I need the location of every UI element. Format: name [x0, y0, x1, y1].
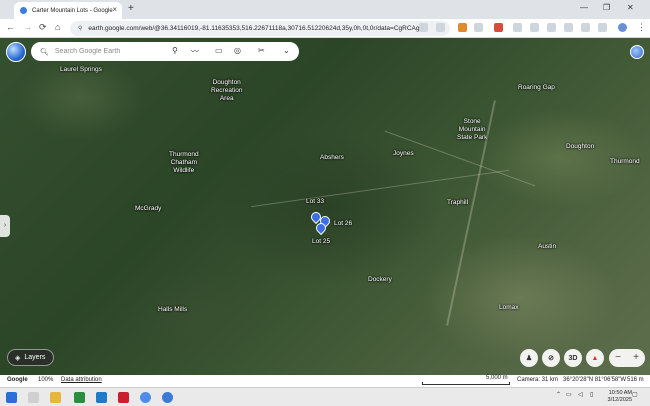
path-icon[interactable]: 〰 [191, 46, 199, 57]
zoom-level: 100% [38, 377, 54, 383]
volume-icon[interactable]: ◁ [578, 391, 583, 398]
place-label: Austin [538, 243, 557, 250]
place-label: Abshers [320, 154, 344, 161]
back-arrow-icon[interactable]: ← [6, 22, 15, 32]
chrome-icon[interactable] [140, 392, 151, 403]
search-bar: 🔍︎ ⚲ 〰 ▭ ◎ ✂ ⌄ [31, 42, 299, 61]
place-label: Thurmond [610, 158, 640, 165]
browser-tab-bar: Carter Mountain Lots - Google × + — ❐ ✕ [0, 0, 650, 19]
new-tab-button[interactable]: + [128, 3, 134, 14]
polygon-icon[interactable]: ▭ [215, 46, 223, 55]
extension-red-icon[interactable] [494, 23, 503, 32]
scale-bar [422, 382, 510, 385]
place-label: Laurel Springs [60, 66, 102, 73]
lot-label[interactable]: Lot 33 [306, 198, 324, 206]
road-line [251, 169, 509, 208]
pin-icon[interactable]: ⚲ [172, 46, 178, 55]
place-label: Traphill [447, 199, 469, 206]
place-label: Halls Mills [158, 306, 188, 313]
search-input[interactable] [54, 48, 165, 55]
account-avatar-icon[interactable] [630, 45, 644, 59]
side-panel-icon[interactable] [598, 23, 607, 32]
clock-date: 3/12/2025 [607, 397, 632, 403]
app-circle-icon[interactable] [162, 392, 173, 403]
app-green-icon[interactable] [74, 392, 85, 403]
earth-map-viewport[interactable]: 🔍︎ ⚲ 〰 ▭ ◎ ✂ ⌄ › Laurel Springs Doughton… [0, 38, 650, 375]
lot-label[interactable]: Lot 26 [334, 220, 352, 228]
maximize-button[interactable]: ❐ [603, 3, 610, 12]
place-label: Stone Mountain State Park [457, 118, 488, 141]
extension-card-icon[interactable] [530, 23, 539, 32]
url-text: earth.google.com/web/@36.34116019,-81.11… [88, 25, 429, 32]
camera-altitude: Camera: 31 km [517, 377, 559, 383]
place-label: Lomax [499, 304, 519, 311]
layers-icon: ◈ [15, 354, 21, 362]
tray-chevron-icon[interactable]: ⌃ [556, 391, 561, 398]
browser-menu-icon[interactable]: ⋮ [637, 22, 646, 33]
google-earth-favicon-icon [20, 7, 27, 14]
toggle-3d-button[interactable]: 3D [564, 349, 582, 367]
zoom-control: − + [609, 349, 645, 367]
chevron-down-icon[interactable]: ⌄ [283, 46, 290, 55]
cursor-coordinates: 36°20'28"N 81°06'58"W [563, 377, 627, 383]
minimize-button[interactable]: — [580, 3, 588, 12]
hide-overlay-icon[interactable]: ⊘ [542, 349, 560, 367]
compass-icon[interactable]: ▲ [586, 349, 604, 367]
place-label: Doughton [566, 143, 595, 150]
tab-title: Carter Mountain Lots - Google [32, 7, 113, 14]
puzzle-extensions-icon[interactable] [474, 23, 483, 32]
pegman-icon[interactable]: ♟ [520, 349, 538, 367]
tab-carter-mountain-lots[interactable]: Carter Mountain Lots - Google × [14, 2, 122, 19]
site-info-icon[interactable]: ⚲ [78, 25, 82, 32]
app-red-icon[interactable] [118, 392, 129, 403]
extension-icon[interactable] [458, 23, 467, 32]
app-blue-icon[interactable] [96, 392, 107, 403]
extension-link-icon[interactable] [513, 23, 522, 32]
place-label: Joynes [393, 150, 414, 157]
bookmark-star-icon[interactable] [436, 23, 445, 32]
place-label: Dockery [368, 276, 392, 283]
browser-toolbar: ← → ⟳ ⌂ ⚲ earth.google.com/web/@36.34116… [0, 19, 650, 38]
install-app-icon[interactable] [419, 23, 428, 32]
system-clock[interactable]: 10:50 AM 3/12/2025 [608, 390, 632, 404]
print-icon[interactable] [564, 23, 573, 32]
search-icon: 🔍︎ [40, 48, 49, 56]
zoom-out-button[interactable]: − [609, 349, 627, 367]
forward-arrow-icon[interactable]: → [23, 22, 32, 32]
start-windows-icon[interactable] [6, 392, 17, 403]
elevation: 516 m [627, 377, 644, 383]
expand-panel-button[interactable]: › [0, 215, 10, 237]
layers-label: Layers [24, 354, 46, 361]
zoom-in-button[interactable]: + [627, 349, 645, 367]
downloads-icon[interactable] [581, 23, 590, 32]
place-label: Roaring Gap [518, 84, 555, 91]
home-icon[interactable]: ⌂ [55, 22, 60, 32]
tab-close-button[interactable]: × [112, 5, 117, 14]
calendar-app-icon[interactable] [28, 392, 39, 403]
place-label: McGrady [135, 205, 162, 212]
data-attribution-link[interactable]: Data attribution [61, 377, 102, 383]
address-bar[interactable]: ⚲ earth.google.com/web/@36.34116019,-81.… [70, 21, 450, 36]
notification-icon[interactable]: ▢ [632, 391, 638, 398]
place-label: Doughton Recreation Area [211, 79, 243, 102]
windows-taskbar: ⌃ ▭ ◁ ▯ 10:50 AM 3/12/2025 ▢ [0, 387, 650, 406]
extension-trash-icon[interactable] [547, 23, 556, 32]
network-icon[interactable]: ▭ [566, 391, 572, 398]
clock-time: 10:50 AM [608, 390, 632, 396]
place-label: Thurmond Chatham Wildlife [169, 151, 199, 174]
measure-icon[interactable]: ◎ [234, 46, 241, 55]
google-brand: Google [7, 377, 28, 383]
reload-icon[interactable]: ⟳ [39, 22, 47, 33]
close-window-button[interactable]: ✕ [627, 3, 634, 12]
scale-label: 5,000 m [486, 375, 508, 381]
file-explorer-icon[interactable] [50, 392, 61, 403]
map-status-bar: Google 100% Data attribution 5,000 m Cam… [0, 375, 650, 387]
battery-icon[interactable]: ▯ [590, 391, 593, 398]
google-earth-globe-icon[interactable] [6, 42, 26, 62]
profile-avatar-icon[interactable] [618, 23, 627, 32]
lot-label[interactable]: Lot 25 [312, 238, 330, 246]
layers-button[interactable]: ◈ Layers [7, 349, 54, 366]
ruler-icon[interactable]: ✂ [258, 46, 265, 55]
